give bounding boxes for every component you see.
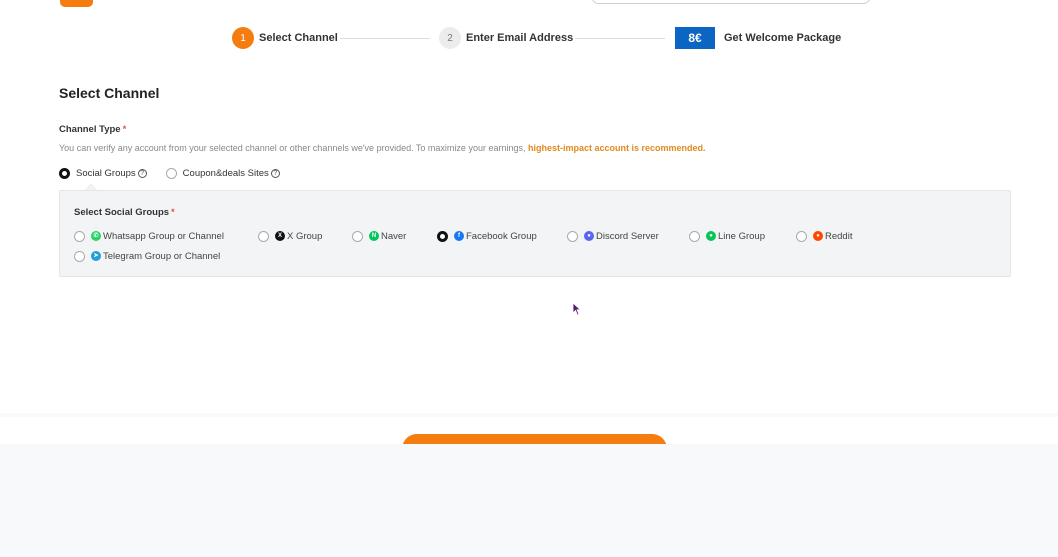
radio-button[interactable] <box>59 167 70 179</box>
search-input[interactable] <box>591 0 871 4</box>
radio-button[interactable] <box>437 230 448 242</box>
mouse-cursor-icon <box>572 302 582 316</box>
step-select-channel: 1 Select Channel <box>232 27 338 49</box>
step-connector <box>340 38 430 39</box>
step-enter-email: 2 Enter Email Address <box>439 27 573 49</box>
step-welcome-package: 8€ Get Welcome Package <box>675 27 841 49</box>
main-panel: Select Channel Channel Type * You can ver… <box>0 62 1058 413</box>
telegram-icon: ➤ <box>91 251 101 261</box>
section-title: Select Channel <box>59 85 160 101</box>
radio-button[interactable] <box>165 167 177 179</box>
option-label: Social Groups <box>76 167 136 179</box>
required-mark: * <box>171 207 175 218</box>
option-label: Naver <box>381 230 407 242</box>
option-label: Whatsapp Group or Channel <box>103 230 224 242</box>
facebook-icon: f <box>454 231 464 241</box>
social-group-option[interactable]: ➤ Telegram Group or Channel <box>74 249 220 263</box>
social-groups-text: Select Social Groups <box>74 207 170 218</box>
top-bar: 1 Select Channel 2 Enter Email Address 8… <box>0 0 1058 62</box>
channel-type-group: Social Groups ? Coupon&deals Sites ? <box>59 165 280 181</box>
option-label: Discord Server <box>596 230 659 242</box>
option-label: Line Group <box>718 230 766 242</box>
help-icon[interactable]: ? <box>270 168 280 178</box>
line-icon: ● <box>706 231 716 241</box>
option-label: Facebook Group <box>466 230 537 242</box>
social-group-option[interactable]: ● Discord Server <box>567 229 659 243</box>
continue-button[interactable] <box>402 434 667 444</box>
social-group-option[interactable]: ● Reddit <box>796 229 852 243</box>
reward-badge: 8€ <box>675 27 715 49</box>
radio-button[interactable] <box>74 230 85 242</box>
channel-type-coupon-deals[interactable]: Coupon&deals Sites ? <box>165 167 280 179</box>
required-mark: * <box>122 124 127 135</box>
step-label: Enter Email Address <box>466 32 574 44</box>
radio-button[interactable] <box>689 230 700 242</box>
step-connector <box>575 38 665 39</box>
discord-icon: ● <box>584 231 594 241</box>
channel-type-text: Channel Type <box>59 124 121 135</box>
social-group-option[interactable]: ● Line Group <box>689 229 765 243</box>
social-groups-label: Select Social Groups * <box>74 207 175 218</box>
x-icon: X <box>275 231 285 241</box>
social-group-option[interactable]: XX Group <box>258 229 322 243</box>
radio-button[interactable] <box>567 230 578 242</box>
option-label: X Group <box>287 230 323 242</box>
option-label: Reddit <box>825 230 853 242</box>
reddit-icon: ● <box>813 231 823 241</box>
help-icon[interactable]: ? <box>137 168 147 178</box>
social-group-option[interactable]: f Facebook Group <box>437 229 537 243</box>
naver-icon: N <box>369 231 379 241</box>
bottom-bar <box>0 417 1058 444</box>
step-label: Get Welcome Package <box>724 32 842 44</box>
whatsapp-icon: ✆ <box>91 231 101 241</box>
help-text-highlight: highest-impact account is recommended. <box>527 143 706 153</box>
step-number: 1 <box>232 27 254 49</box>
radio-button[interactable] <box>796 230 807 242</box>
radio-button[interactable] <box>352 230 363 242</box>
social-groups-panel: Select Social Groups * ✆ Whatsapp Group or… <box>59 190 1011 277</box>
channel-type-social-groups[interactable]: Social Groups ? <box>59 167 147 179</box>
radio-button[interactable] <box>74 250 85 262</box>
help-text: You can verify any account from your sel… <box>59 143 706 153</box>
social-group-option[interactable]: N Naver <box>352 229 406 243</box>
option-label: Telegram Group or Channel <box>103 250 221 262</box>
option-label: Coupon&deals Sites <box>182 167 269 179</box>
step-label: Select Channel <box>259 32 338 44</box>
step-number: 2 <box>439 27 461 49</box>
help-text-body: You can verify any account from your sel… <box>59 143 528 153</box>
social-group-option[interactable]: ✆ Whatsapp Group or Channel <box>74 229 224 243</box>
channel-type-label: Channel Type * <box>59 124 126 135</box>
logo[interactable] <box>60 0 93 7</box>
radio-button[interactable] <box>258 230 269 242</box>
